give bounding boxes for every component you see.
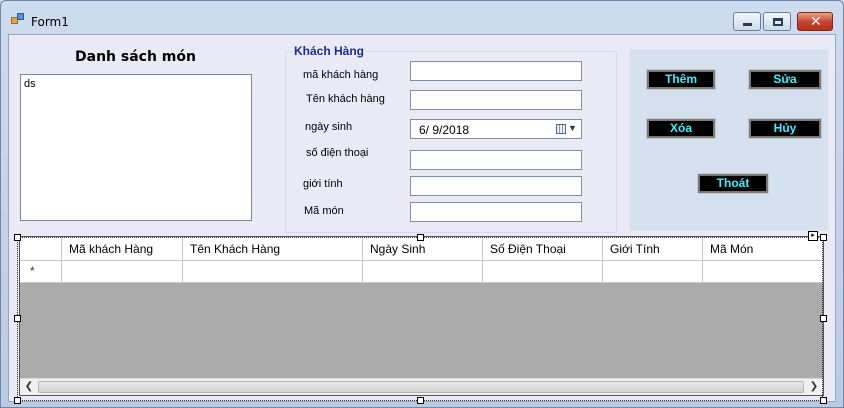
resize-handle[interactable] (14, 315, 21, 322)
phone-field[interactable] (410, 150, 582, 170)
dish-id-field[interactable] (410, 202, 582, 222)
resize-handle[interactable] (820, 397, 827, 404)
list-item[interactable]: ds (24, 78, 248, 90)
smart-tag-arrow-icon[interactable]: ▸ (808, 231, 818, 241)
resize-handle[interactable] (820, 315, 827, 322)
label-customer-id: mã khách hàng (303, 69, 379, 81)
birthdate-picker[interactable]: 6/ 9/2018 ▼ (410, 119, 582, 139)
list-heading: Danh sách món (75, 49, 196, 65)
resize-handle[interactable] (820, 234, 827, 241)
label-birthdate: ngày sinh (305, 121, 353, 133)
app-icon (11, 13, 25, 25)
minimize-icon (743, 23, 752, 26)
customer-name-field[interactable] (410, 90, 582, 110)
birthdate-value: 6/ 9/2018 (419, 123, 470, 137)
close-button[interactable]: ✕ (797, 12, 833, 31)
calendar-icon[interactable] (556, 124, 566, 134)
resize-handle[interactable] (14, 397, 21, 404)
close-icon: ✕ (810, 14, 822, 30)
label-customer-name: Tên khách hàng (306, 93, 385, 105)
resize-handle[interactable] (417, 234, 424, 241)
delete-button[interactable]: Xóa (646, 118, 716, 139)
exit-button[interactable]: Thoát (697, 173, 769, 194)
maximize-button[interactable] (763, 12, 791, 31)
window: Form1 ✕ Danh sách món ds Khách Hàng mã k… (0, 0, 844, 408)
customer-id-field[interactable] (410, 61, 582, 81)
maximize-icon (773, 18, 783, 26)
label-gender: giới tính (303, 178, 343, 190)
button-panel: Thêm Sửa Xóa Hủy Thoát (629, 49, 829, 231)
window-title: Form1 (31, 15, 69, 29)
title-bar[interactable]: Form1 ✕ (1, 1, 843, 33)
add-button[interactable]: Thêm (646, 69, 716, 90)
gender-field[interactable] (410, 176, 582, 196)
resize-handle[interactable] (417, 397, 424, 404)
resize-handle[interactable] (14, 234, 21, 241)
dish-listbox[interactable]: ds (20, 74, 252, 221)
cancel-button[interactable]: Hủy (748, 118, 822, 139)
chevron-down-icon[interactable]: ▼ (568, 123, 577, 133)
minimize-button[interactable] (733, 12, 761, 31)
designer-selection-border (17, 237, 823, 401)
label-phone: số điện thoại (306, 147, 369, 159)
label-dish-id: Mã món (304, 205, 344, 217)
customer-group-title: Khách Hàng (292, 44, 367, 58)
edit-button[interactable]: Sửa (748, 69, 822, 90)
